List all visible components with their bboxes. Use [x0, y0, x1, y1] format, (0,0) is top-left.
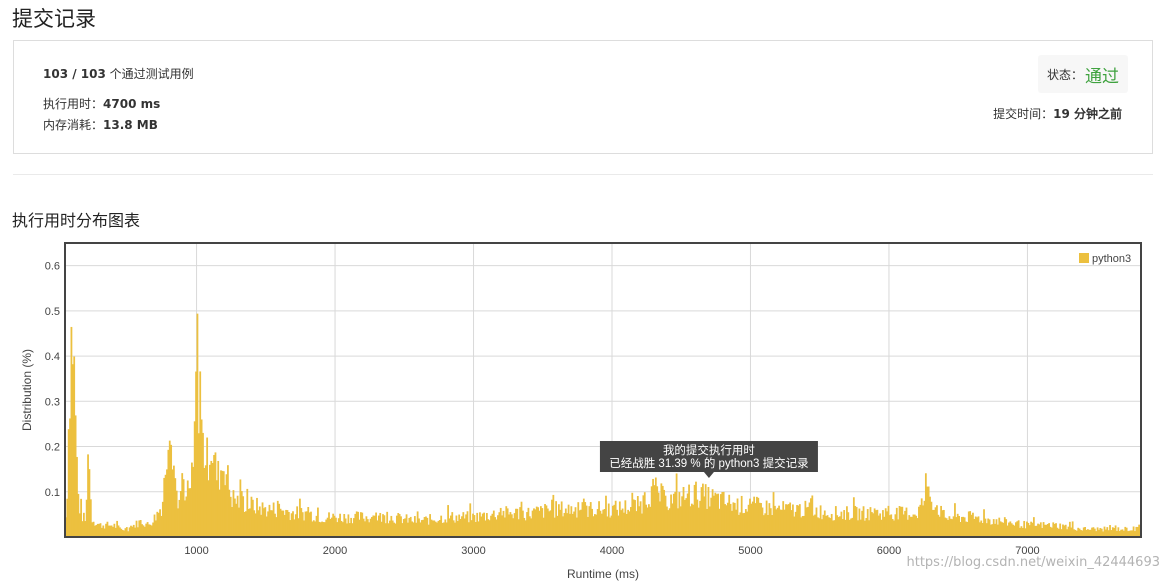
page-title: 提交记录: [12, 7, 96, 31]
chart-bars: [65, 313, 1142, 537]
y-tick-label: 0.6: [45, 261, 60, 273]
y-axis-title: Distribution (%): [20, 349, 34, 431]
memory-value: 13.8 MB: [103, 118, 158, 132]
status-badge: 状态： 通过: [1037, 55, 1128, 93]
x-tick-label: 6000: [877, 545, 901, 557]
y-tick-label: 0.1: [45, 487, 60, 499]
test-cases-text: 个通过测试用例: [105, 67, 194, 81]
chart-legend[interactable]: python3: [1079, 253, 1131, 265]
y-tick-label: 0.4: [45, 351, 60, 363]
section-divider: [13, 174, 1153, 175]
runtime-summary: 执行用时：4700 ms: [43, 95, 160, 112]
y-tick-label: 0.3: [45, 396, 60, 408]
submission-summary-panel: 103 / 103 个通过测试用例 执行用时：4700 ms 内存消耗：13.8…: [13, 40, 1153, 154]
submit-time-value: 19 分钟之前: [1053, 107, 1122, 121]
x-tick-label: 4000: [600, 545, 624, 557]
y-tick-label: 0.2: [45, 442, 60, 454]
runtime-distribution-chart: 1000 2000 3000 4000 5000 6000 70000.10.20.30.4…: [20, 242, 1142, 581]
my-runtime-tooltip: 我的提交执行用时 已经战胜 31.39 % 的 python3 提交记录: [599, 441, 818, 478]
test-cases-summary: 103 / 103 个通过测试用例: [43, 65, 194, 82]
runtime-label: 执行用时：: [43, 97, 104, 111]
x-tick-label: 1000: [184, 545, 208, 557]
status-label: 状态：: [1046, 67, 1083, 82]
y-tick-label: 0.5: [45, 306, 60, 318]
chart-section-title: 执行用时分布图表: [12, 211, 141, 230]
tooltip-pointer: [703, 472, 714, 478]
watermark: https://blog.csdn.net/weixin_42444693: [906, 555, 1160, 570]
memory-label: 内存消耗：: [43, 118, 104, 132]
tooltip-line-2: 已经战胜 31.39 % 的 python3 提交记录: [609, 456, 808, 470]
memory-summary: 内存消耗：13.8 MB: [43, 116, 158, 133]
runtime-value: 4700 ms: [103, 97, 161, 111]
tooltip-line-1: 我的提交执行用时: [663, 443, 755, 457]
submit-time: 提交时间：19 分钟之前: [993, 105, 1122, 122]
x-tick-label: 3000: [461, 545, 485, 557]
legend-label: python3: [1092, 253, 1131, 265]
status-value: 通过: [1085, 66, 1119, 87]
x-axis-title: Runtime (ms): [567, 567, 639, 581]
x-tick-label: 2000: [323, 545, 347, 557]
x-tick-label: 5000: [738, 545, 762, 557]
submit-time-label: 提交时间：: [993, 107, 1054, 121]
test-cases-count: 103 / 103: [43, 67, 106, 81]
legend-swatch: [1079, 253, 1089, 263]
